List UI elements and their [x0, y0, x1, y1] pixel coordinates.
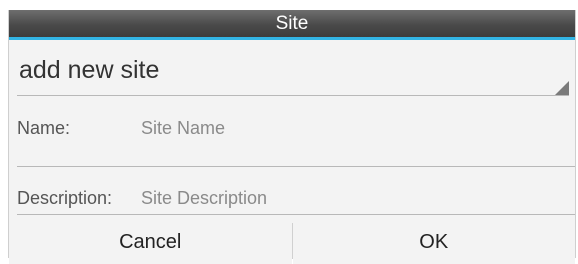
name-label: Name:: [17, 118, 71, 138]
site-spinner[interactable]: add new site: [9, 40, 575, 98]
dialog-title: Site: [9, 10, 575, 37]
cancel-button[interactable]: Cancel: [9, 220, 292, 264]
name-row: Name:: [9, 100, 575, 144]
site-spinner-value: add new site: [19, 56, 160, 84]
description-label: Description:: [17, 188, 113, 208]
dropdown-corner-arrow-icon: [555, 81, 569, 95]
description-input[interactable]: [141, 188, 561, 209]
dialog-button-bar: Cancel OK: [9, 220, 575, 264]
site-dialog: Site add new site Name: Description: Can…: [8, 10, 576, 264]
spinner-underline: [17, 95, 569, 96]
description-row: Description:: [9, 170, 575, 214]
name-input-underline: [17, 166, 575, 167]
description-input-underline: [17, 214, 575, 215]
name-input[interactable]: [141, 118, 561, 139]
ok-button[interactable]: OK: [292, 220, 575, 264]
